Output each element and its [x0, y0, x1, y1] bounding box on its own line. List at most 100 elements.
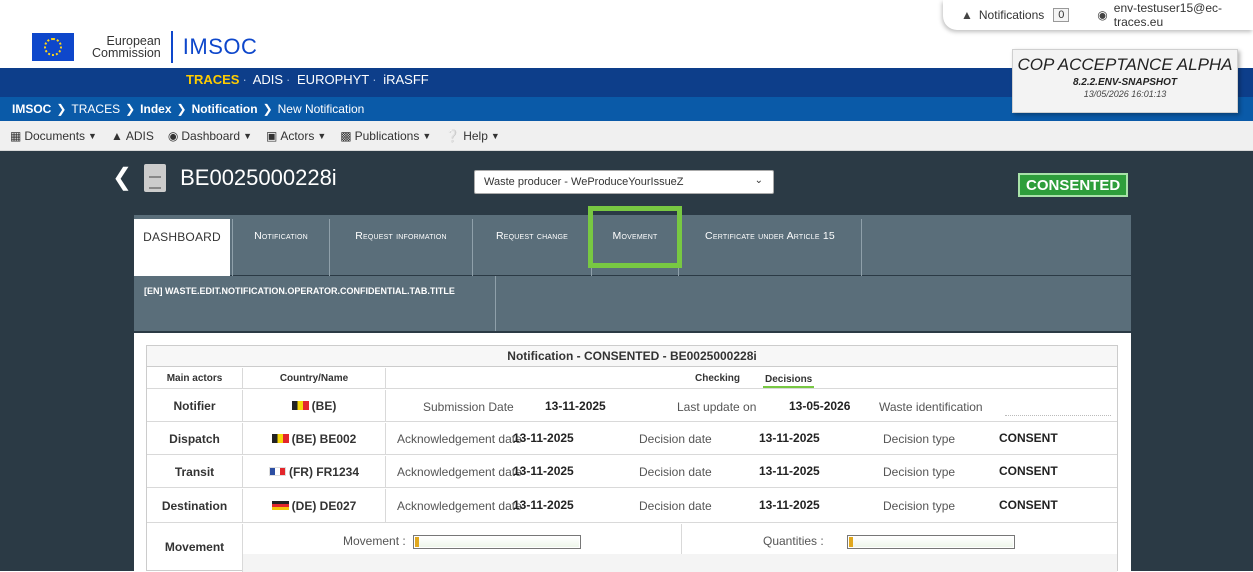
table-row-notifier: Notifier (BE) Submission Date 13-11-2025…	[147, 390, 1117, 422]
tab-certificate-article-15[interactable]: Certificate under Article 15	[680, 219, 860, 276]
decision-type-value: CONSENT	[999, 431, 1058, 445]
bell-icon: ▲	[110, 128, 123, 143]
tab-request-information[interactable]: Request information	[331, 219, 471, 276]
summary-title: Notification - CONSENTED - BE0025000228i	[147, 346, 1117, 367]
environment-banner: COP ACCEPTANCE ALPHA 8.2.2.ENV-SNAPSHOT …	[1012, 49, 1238, 113]
app-title[interactable]: IMSOC	[183, 34, 258, 60]
breadcrumb-notification[interactable]: Notification	[192, 102, 258, 116]
row-label: Dispatch	[147, 423, 243, 454]
flag-be-icon	[271, 434, 289, 443]
tab-operator-confidential[interactable]: [EN] WASTE.EDIT.NOTIFICATION.OPERATOR.CO…	[140, 276, 496, 331]
col-country-name: Country/Name	[243, 368, 386, 388]
table-row-transit: Transit (FR) FR1234 Acknowledgement date…	[147, 456, 1117, 488]
table-row-movement: Movement Movement : Quantities :	[147, 524, 1117, 572]
acknowledgement-date-label: Acknowledgement date	[397, 499, 522, 513]
chevron-right-icon: ❯	[262, 102, 273, 116]
operator-select-value: Waste producer - WeProduceYourIssueZ	[484, 176, 684, 188]
user-icon: ◉	[1097, 8, 1108, 22]
back-arrow-icon[interactable]: ❮	[112, 163, 132, 192]
tab-dashboard[interactable]: DASHBOARD	[134, 219, 230, 276]
submission-date-value: 13-11-2025	[545, 399, 606, 413]
flag-fr-icon	[268, 467, 286, 476]
row-label: Transit	[147, 456, 243, 487]
chevron-right-icon: ❯	[125, 102, 136, 116]
book-icon: ▩	[340, 128, 352, 143]
environment-version: 8.2.2.ENV-SNAPSHOT	[1072, 77, 1178, 88]
bell-icon: ▲	[961, 8, 973, 22]
decision-date-label: Decision date	[639, 499, 712, 513]
summary-header-row: Main actors Country/Name Checking Decisi…	[147, 368, 1117, 389]
quantities-progress-label: Quantities :	[763, 534, 824, 548]
app-link-traces[interactable]: TRACES	[186, 72, 239, 87]
waste-identification-value	[1005, 415, 1111, 416]
menu-actors[interactable]: ▣ Actors ▼	[266, 129, 326, 143]
decision-date-label: Decision date	[639, 465, 712, 479]
environment-name: COP ACCEPTANCE ALPHA	[1017, 55, 1233, 74]
table-row-destination: Destination (DE) DE027 Acknowledgement d…	[147, 489, 1117, 523]
flag-be-icon	[291, 401, 309, 410]
submission-date-label: Submission Date	[423, 400, 514, 414]
summary-grid: Notification - CONSENTED - BE0025000228i…	[146, 345, 1118, 572]
menu-publications[interactable]: ▩ Publications ▼	[340, 129, 431, 143]
eu-logo	[20, 26, 88, 68]
document-id: BE0025000228i	[180, 164, 337, 190]
decision-date-label: Decision date	[639, 432, 712, 446]
acknowledgement-date-label: Acknowledgement date	[397, 432, 522, 446]
last-update-value: 13-05-2026	[789, 399, 851, 413]
chevron-down-icon: ⌄	[754, 175, 763, 186]
row-country: (DE) DE027	[243, 489, 386, 522]
notifications-count-badge[interactable]: 0	[1053, 8, 1070, 22]
decision-type-value: CONSENT	[999, 498, 1058, 512]
decision-type-value: CONSENT	[999, 464, 1058, 478]
id-card-icon: ▣	[266, 128, 278, 143]
flag-de-icon	[271, 501, 289, 510]
acknowledgement-date-label: Acknowledgement date	[397, 465, 522, 479]
app-link-irasff[interactable]: iRASFF	[383, 72, 429, 87]
breadcrumb-current: New Notification	[277, 102, 365, 116]
decision-type-label: Decision type	[883, 499, 956, 513]
acknowledgement-date-value: 13-11-2025	[513, 498, 574, 512]
waste-identification-label: Waste identification	[879, 400, 983, 414]
main-menu: ▦ Documents ▼ ▲ ADIS ◉ Dashboard ▼ ▣ Actor…	[0, 121, 1253, 151]
user-email-link[interactable]: env-testuser15@ec-traces.eu	[1114, 1, 1253, 29]
app-switcher: TRACES · ADIS · EUROPHYT · iRASFF	[186, 72, 429, 87]
decisions-label[interactable]: Decisions	[763, 374, 815, 388]
user-bar: ▲ Notifications 0 ◉ env-testuser15@ec-tr…	[943, 0, 1253, 30]
app-link-adis[interactable]: ADIS	[253, 72, 283, 87]
notifications-link[interactable]: Notifications	[979, 8, 1044, 22]
decision-date-value: 13-11-2025	[759, 464, 820, 478]
eu-logo-text: European Commission	[92, 34, 161, 60]
menu-documents[interactable]: ▦ Documents ▼	[10, 129, 97, 143]
breadcrumb-traces[interactable]: TRACES	[71, 102, 120, 116]
decision-type-label: Decision type	[883, 432, 956, 446]
checking-label[interactable]: Checking	[695, 373, 740, 384]
quantities-progress-bar	[847, 535, 1015, 549]
environment-timestamp: 13/05/2026 16:01:13	[1083, 89, 1167, 99]
globe-icon: ◉	[167, 128, 179, 143]
breadcrumb-index[interactable]: Index	[140, 102, 171, 116]
decision-date-value: 13-11-2025	[759, 431, 820, 445]
menu-adis[interactable]: ▲ ADIS	[111, 129, 154, 143]
file-icon: ▦	[10, 128, 22, 143]
document-icon	[144, 163, 167, 192]
tab-notification[interactable]: Notification	[234, 219, 328, 276]
acknowledgement-date-value: 13-11-2025	[513, 464, 574, 478]
col-main-actors: Main actors	[147, 368, 243, 388]
tab-request-change[interactable]: Request change	[474, 219, 590, 276]
operator-select[interactable]: Waste producer - WeProduceYourIssueZ ⌄	[474, 170, 774, 194]
menu-dashboard[interactable]: ◉ Dashboard ▼	[168, 129, 252, 143]
chevron-right-icon: ❯	[176, 102, 187, 116]
movement-tab-highlight	[588, 206, 682, 268]
row-country: (FR) FR1234	[243, 456, 386, 487]
menu-help[interactable]: ❔ Help ▼	[445, 129, 500, 143]
decision-date-value: 13-11-2025	[759, 498, 820, 512]
movement-progress-label: Movement :	[343, 534, 406, 548]
decision-type-label: Decision type	[883, 465, 956, 479]
movement-progress-bar	[413, 535, 581, 549]
row-country: (BE)	[243, 390, 386, 421]
status-badge: CONSENTED	[1018, 173, 1129, 197]
help-icon: ❔	[445, 128, 461, 143]
breadcrumb-imsoc[interactable]: IMSOC	[12, 102, 51, 116]
app-link-europhyt[interactable]: EUROPHYT	[297, 72, 369, 87]
document-header: ❮ BE0025000228i	[112, 163, 337, 192]
